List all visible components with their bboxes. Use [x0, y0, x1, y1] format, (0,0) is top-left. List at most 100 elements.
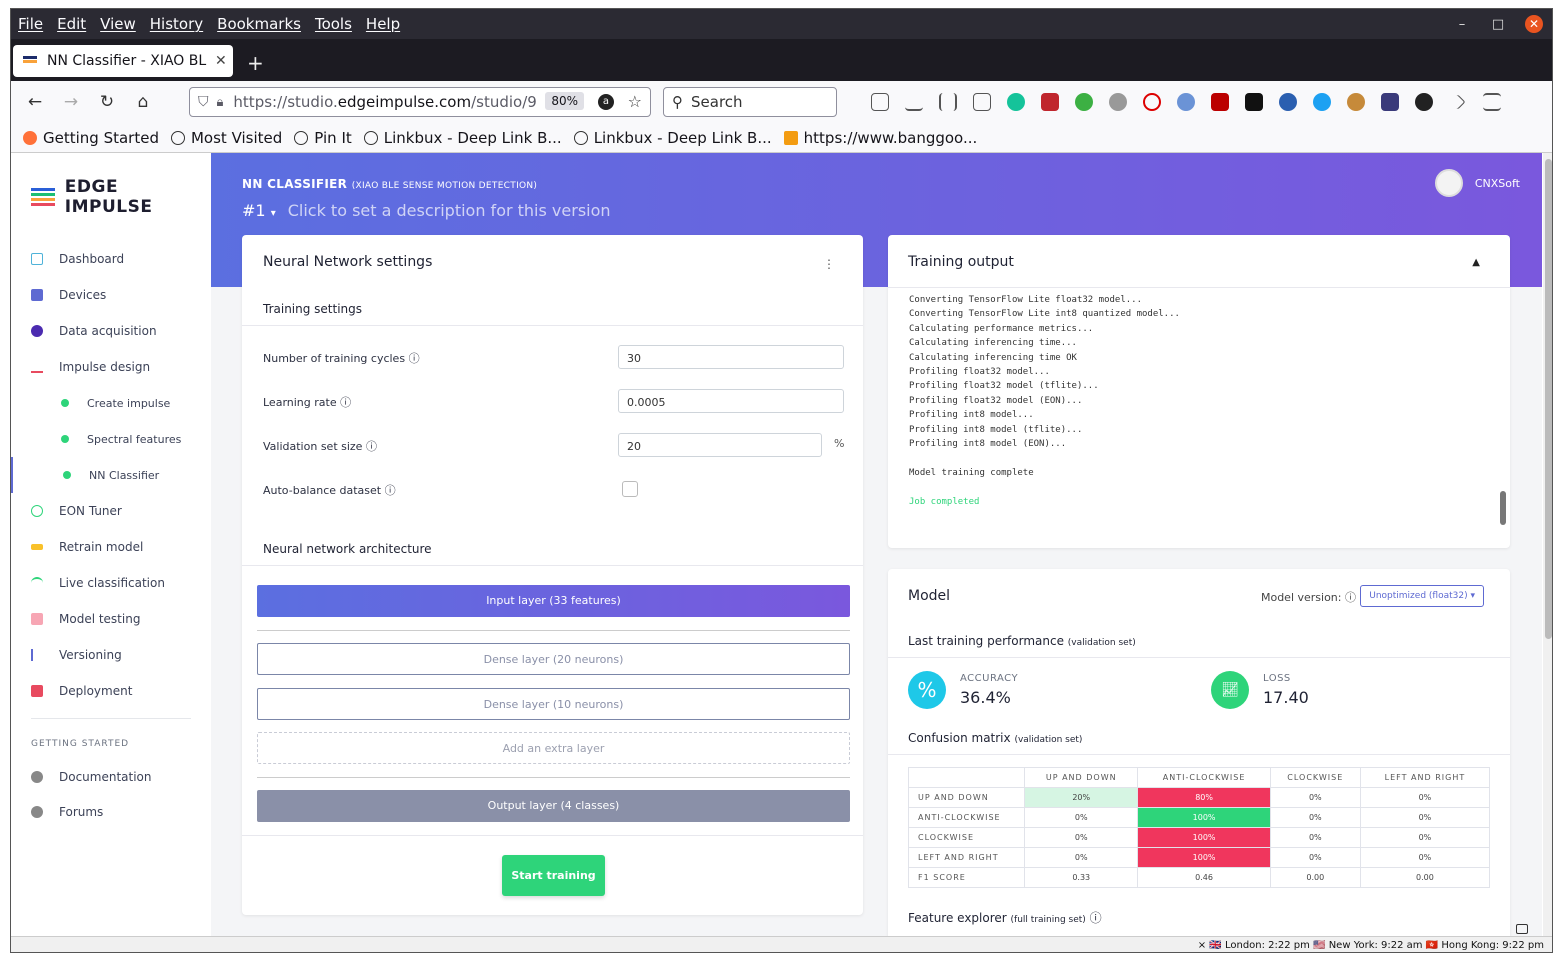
bookmark-banggood[interactable]: https://www.banggoo...: [783, 129, 977, 147]
sidebar-item-forums[interactable]: Forums: [11, 794, 211, 830]
chat-extension-icon[interactable]: [1075, 93, 1093, 111]
add-layer-button[interactable]: Add an extra layer: [257, 732, 850, 764]
sidebar-item-versioning[interactable]: Versioning: [11, 637, 211, 673]
divider: [888, 657, 1510, 658]
overflow-icon[interactable]: [1450, 94, 1466, 110]
sidebar-item-nn-classifier[interactable]: NN Classifier: [11, 457, 211, 493]
amazon-assistant-icon[interactable]: a: [598, 94, 614, 110]
twitter-icon[interactable]: [1313, 93, 1331, 111]
bookmark-linkbux-1[interactable]: Linkbux - Deep Link B...: [363, 129, 562, 147]
chart-extension-icon[interactable]: [1381, 93, 1399, 111]
input-layer[interactable]: Input layer (33 features): [257, 585, 850, 617]
sidebar-item-dashboard[interactable]: Dashboard: [11, 241, 211, 277]
menu-help[interactable]: Help: [366, 15, 400, 33]
lock-icon[interactable]: 🔒︎: [217, 95, 224, 110]
page-scrollbar-thumb[interactable]: [1545, 159, 1552, 639]
new-tab-icon[interactable]: +: [247, 51, 264, 75]
close-window-icon[interactable]: ✕: [1525, 15, 1543, 33]
help-icon[interactable]: ⓘ: [409, 352, 420, 365]
gnome-extension-icon[interactable]: [1415, 93, 1433, 111]
version-selector[interactable]: #1 ▾ Click to set a description for this …: [242, 201, 611, 220]
sidebar-item-devices[interactable]: Devices: [11, 277, 211, 313]
help-icon[interactable]: ⓘ: [385, 484, 396, 497]
sidebar-item-impulse-design[interactable]: Impulse design: [11, 349, 211, 385]
ublock-icon[interactable]: [1211, 93, 1229, 111]
menu-bookmarks[interactable]: Bookmarks: [217, 15, 301, 33]
sidebar-item-deployment[interactable]: Deployment: [11, 673, 211, 709]
monkey-extension-icon[interactable]: [1347, 93, 1365, 111]
sidebar-item-spectral-features[interactable]: Spectral features: [11, 421, 211, 457]
help-icon[interactable]: ⓘ: [366, 440, 377, 453]
row-header: CLOCKWISE: [908, 827, 1025, 848]
search-box[interactable]: ⚲ Search: [663, 87, 837, 117]
sidebar-item-model-testing[interactable]: Model testing: [11, 601, 211, 637]
sidebar-item-retrain-model[interactable]: Retrain model: [11, 529, 211, 565]
divider: [242, 325, 863, 326]
bookmark-linkbux-2[interactable]: Linkbux - Deep Link B...: [573, 129, 772, 147]
version-description[interactable]: Click to set a description for this vers…: [288, 201, 611, 220]
dense-layer-10[interactable]: Dense layer (10 neurons): [257, 688, 850, 720]
download-icon[interactable]: [905, 93, 923, 111]
bookmark-getting-started[interactable]: Getting Started: [23, 129, 159, 147]
menu-history[interactable]: History: [150, 15, 203, 33]
bookmark-pin-it[interactable]: Pin It: [294, 129, 352, 147]
zoom-level[interactable]: 80%: [545, 92, 584, 110]
link-extension-icon[interactable]: [1177, 93, 1195, 111]
page-scrollbar[interactable]: [1543, 153, 1552, 936]
shield-icon[interactable]: ⛉: [198, 94, 209, 110]
menu-edit[interactable]: Edit: [57, 15, 86, 33]
cycles-input[interactable]: 30: [618, 345, 844, 369]
start-training-button[interactable]: Start training: [502, 855, 605, 896]
sidebar-item-eon-tuner[interactable]: EON Tuner: [11, 493, 211, 529]
reader-icon[interactable]: [973, 93, 991, 111]
sidebar-divider: [31, 718, 191, 719]
hamburger-menu-icon[interactable]: [1483, 93, 1501, 111]
autobalance-checkbox[interactable]: [622, 481, 638, 497]
help-icon[interactable]: ⓘ: [340, 396, 351, 409]
pen-extension-icon[interactable]: [1041, 93, 1059, 111]
forward-icon[interactable]: →: [53, 92, 89, 112]
menu-tools[interactable]: Tools: [315, 15, 352, 33]
validation-size-input[interactable]: 20: [618, 433, 822, 457]
table-row: LEFT AND RIGHT 0% 100% 0% 0%: [908, 847, 1491, 868]
menu-file[interactable]: File: [18, 15, 43, 33]
bookmark-most-visited[interactable]: Most Visited: [170, 129, 282, 147]
help-icon[interactable]: ⓘ: [1345, 591, 1356, 604]
sidebar-item-data-acquisition[interactable]: Data acquisition: [11, 313, 211, 349]
kebab-menu-icon[interactable]: ⋮: [823, 257, 835, 271]
chevron-down-icon: ▾: [1470, 591, 1475, 601]
sidebar-item-create-impulse[interactable]: Create impulse: [11, 385, 211, 421]
maximize-icon[interactable]: □: [1480, 17, 1516, 32]
dense-layer-20[interactable]: Dense layer (20 neurons): [257, 643, 850, 675]
user-name: CNXSoft: [1474, 176, 1520, 190]
log-scrollbar[interactable]: [1500, 491, 1506, 525]
pocket-icon[interactable]: [871, 93, 889, 111]
help-icon[interactable]: ⓘ: [1090, 911, 1102, 925]
model-version-select[interactable]: Unoptimized (float32) ▾: [1360, 585, 1484, 607]
library-icon[interactable]: [939, 93, 957, 111]
confusion-matrix-heading: Confusion matrix (validation set): [908, 731, 1083, 745]
sidebar-item-live-classification[interactable]: Live classification: [11, 565, 211, 601]
globe-extension-icon[interactable]: [1109, 93, 1127, 111]
bookmark-star-icon[interactable]: ☆: [628, 92, 642, 111]
collapse-icon[interactable]: ▲: [1472, 257, 1480, 268]
h-extension-icon[interactable]: [1245, 93, 1263, 111]
block-extension-icon[interactable]: [1143, 93, 1161, 111]
minimize-icon[interactable]: –: [1444, 17, 1480, 32]
feedback-icon[interactable]: [1516, 924, 1528, 934]
learning-rate-input[interactable]: 0.0005: [618, 389, 844, 413]
home-icon[interactable]: ⌂: [125, 92, 161, 112]
output-layer[interactable]: Output layer (4 classes): [257, 790, 850, 822]
back-icon[interactable]: ←: [17, 92, 53, 112]
menu-view[interactable]: View: [100, 15, 136, 33]
earth-extension-icon[interactable]: [1279, 93, 1297, 111]
grammarly-icon[interactable]: [1007, 93, 1025, 111]
browser-tab[interactable]: NN Classifier - XIAO BLE S ✕: [13, 45, 233, 77]
reload-icon[interactable]: ↻: [89, 92, 125, 112]
url-bar[interactable]: ⛉ 🔒︎ https://studio. edgeimpulse.com/stud…: [189, 87, 651, 117]
edge-impulse-logo[interactable]: EDGE IMPULSE: [31, 177, 211, 217]
sidebar-item-documentation[interactable]: Documentation: [11, 759, 211, 795]
loss-metric: 📈︎ LOSS 17.40: [1211, 671, 1309, 709]
close-tab-icon[interactable]: ✕: [215, 53, 227, 69]
user-menu[interactable]: CNXSoft: [1434, 169, 1520, 197]
